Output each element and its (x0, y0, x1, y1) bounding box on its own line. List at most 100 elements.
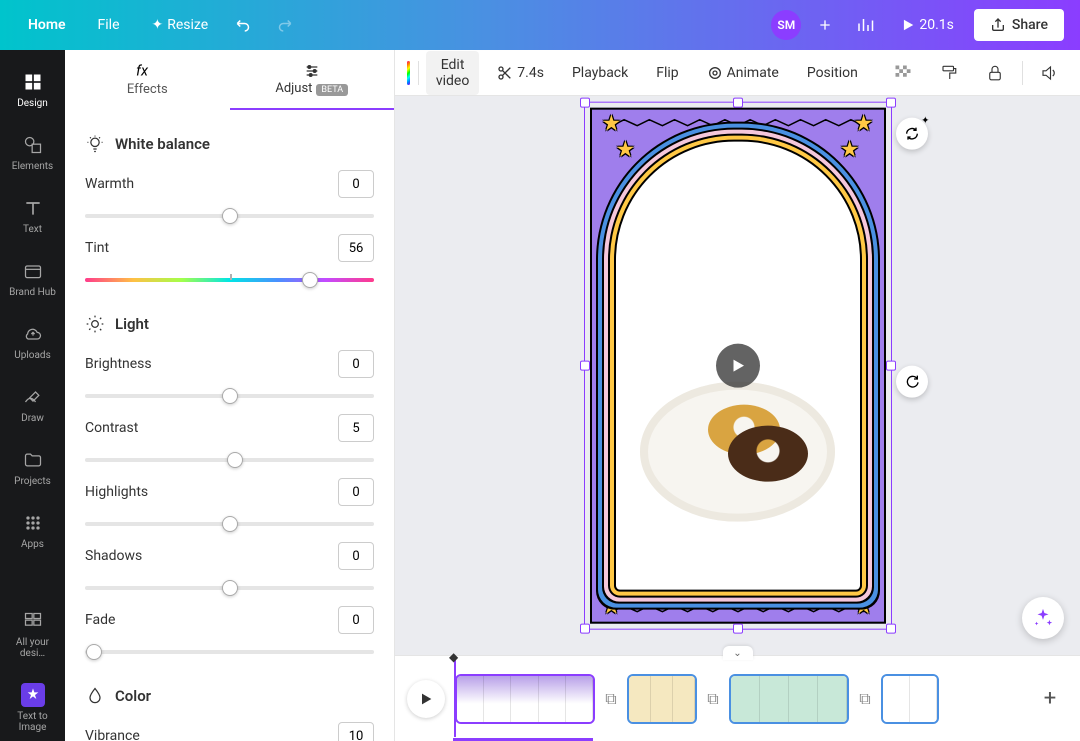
fx-icon: fx (136, 62, 158, 80)
folder-icon (23, 450, 43, 470)
bulb-icon (85, 134, 105, 154)
warmth-slider[interactable] (85, 206, 374, 226)
fade-input[interactable] (338, 606, 374, 634)
play-icon (418, 691, 434, 707)
sync-icon (904, 373, 920, 389)
chart-icon (856, 16, 874, 34)
sparkle-icon (1032, 607, 1054, 629)
add-page-button[interactable]: + (1032, 681, 1068, 717)
shadows-slider[interactable] (85, 578, 374, 598)
nav-brand-hub[interactable]: Brand Hub (3, 251, 63, 306)
resize-button[interactable]: ✦ Resize (140, 9, 221, 41)
timeline-collapse[interactable]: ⌄ (723, 646, 753, 660)
transition-2[interactable]: ⧉ (855, 689, 875, 709)
resize-handle-ml[interactable] (580, 360, 590, 370)
edit-video-button[interactable]: Edit video (426, 51, 479, 95)
play-icon (901, 18, 915, 32)
transition-0[interactable]: ⧉ (601, 689, 621, 709)
canvas[interactable]: ★ ★ ★ ★ ★ ★ (395, 96, 1080, 655)
avatar[interactable]: SM (771, 10, 801, 40)
magic-button[interactable] (1022, 597, 1064, 639)
resize-handle-tr[interactable] (886, 97, 896, 107)
trim-button[interactable]: 7.4s (487, 59, 554, 87)
timeline: ⌄ 6.9s ⧉ 3.0s (395, 655, 1080, 741)
flip-button[interactable]: Flip (646, 59, 688, 87)
selected-element[interactable]: ★ ★ ★ ★ ★ ★ (590, 107, 886, 623)
nav-text[interactable]: Text (3, 188, 63, 243)
file-menu[interactable]: File (86, 9, 132, 41)
highlights-input[interactable] (338, 478, 374, 506)
brand-icon (23, 261, 43, 281)
fade-slider[interactable] (85, 642, 374, 662)
slider-warmth: Warmth (85, 170, 374, 226)
timeline-clip-2[interactable]: 6.4s (729, 674, 849, 724)
section-light: Light (85, 314, 374, 334)
vibrance-input[interactable] (338, 722, 374, 741)
redo-button[interactable] (268, 9, 300, 41)
add-member-button[interactable] (809, 9, 841, 41)
transition-1[interactable]: ⧉ (703, 689, 723, 709)
nav-uploads[interactable]: Uploads (3, 314, 63, 369)
section-color: Color (85, 686, 374, 706)
brightness-slider[interactable] (85, 386, 374, 406)
resize-handle-br[interactable] (886, 623, 896, 633)
contrast-input[interactable] (338, 414, 374, 442)
slider-highlights: Highlights (85, 478, 374, 534)
timeline-clip-0[interactable]: 6.9s (455, 674, 595, 724)
redo-icon (275, 16, 293, 34)
slider-contrast: Contrast (85, 414, 374, 470)
timeline-play-button[interactable] (407, 680, 445, 718)
refresh-icon (904, 125, 920, 141)
nav-apps[interactable]: Apps (3, 503, 63, 558)
resize-handle-tm[interactable] (733, 97, 743, 107)
undo-button[interactable] (228, 9, 260, 41)
resize-handle-bm[interactable] (733, 623, 743, 633)
nav-text-to-image[interactable]: Text to Image (3, 675, 63, 741)
playback-button[interactable]: Playback (562, 59, 638, 87)
slider-tint: Tint (85, 234, 374, 290)
timeline-clip-1[interactable]: 3.0s (627, 674, 697, 724)
play-icon (729, 356, 747, 374)
share-button[interactable]: Share (974, 9, 1064, 41)
draw-icon (23, 387, 43, 407)
warmth-input[interactable] (338, 170, 374, 198)
nav-draw[interactable]: Draw (3, 377, 63, 432)
lock-button[interactable] (976, 58, 1014, 88)
tab-effects[interactable]: fx Effects (65, 50, 230, 110)
sun-icon (85, 314, 105, 334)
context-toolbar: Edit video 7.4s Playback Flip Animate Po… (395, 50, 1080, 96)
tint-input[interactable] (338, 234, 374, 262)
volume-button[interactable] (1030, 58, 1068, 88)
nav-elements[interactable]: Elements (3, 125, 63, 180)
regenerate-button[interactable]: ✦ (896, 117, 928, 149)
slider-shadows: Shadows (85, 542, 374, 598)
shadows-input[interactable] (338, 542, 374, 570)
nav-all-designs[interactable]: All your desi… (3, 601, 63, 667)
animate-button[interactable]: Animate (697, 59, 789, 87)
crown-icon: ✦ (152, 17, 164, 33)
contrast-slider[interactable] (85, 450, 374, 470)
grid-icon (23, 611, 43, 631)
scissors-icon (497, 65, 513, 81)
position-button[interactable]: Position (797, 59, 868, 87)
slider-vibrance: Vibrance (85, 722, 374, 741)
nav-projects[interactable]: Projects (3, 440, 63, 495)
tint-slider[interactable] (85, 270, 374, 290)
resize-handle-bl[interactable] (580, 623, 590, 633)
analytics-button[interactable] (849, 9, 881, 41)
style-copy-button[interactable] (930, 58, 968, 88)
timeline-clip-3[interactable]: 3.5s (881, 674, 939, 724)
speaker-icon (1040, 64, 1058, 82)
highlights-slider[interactable] (85, 514, 374, 534)
transparency-button[interactable] (884, 58, 922, 88)
canvas-play-button[interactable] (716, 343, 760, 387)
brightness-input[interactable] (338, 350, 374, 378)
home-button[interactable]: Home (16, 9, 78, 41)
color-picker[interactable] (407, 61, 410, 85)
tab-adjust[interactable]: AdjustBETA (230, 50, 395, 110)
nav-design[interactable]: Design (3, 62, 63, 117)
sync-button[interactable] (896, 365, 928, 397)
resize-handle-tl[interactable] (580, 97, 590, 107)
play-duration-button[interactable]: 20.1s (889, 9, 966, 41)
resize-handle-mr[interactable] (886, 360, 896, 370)
